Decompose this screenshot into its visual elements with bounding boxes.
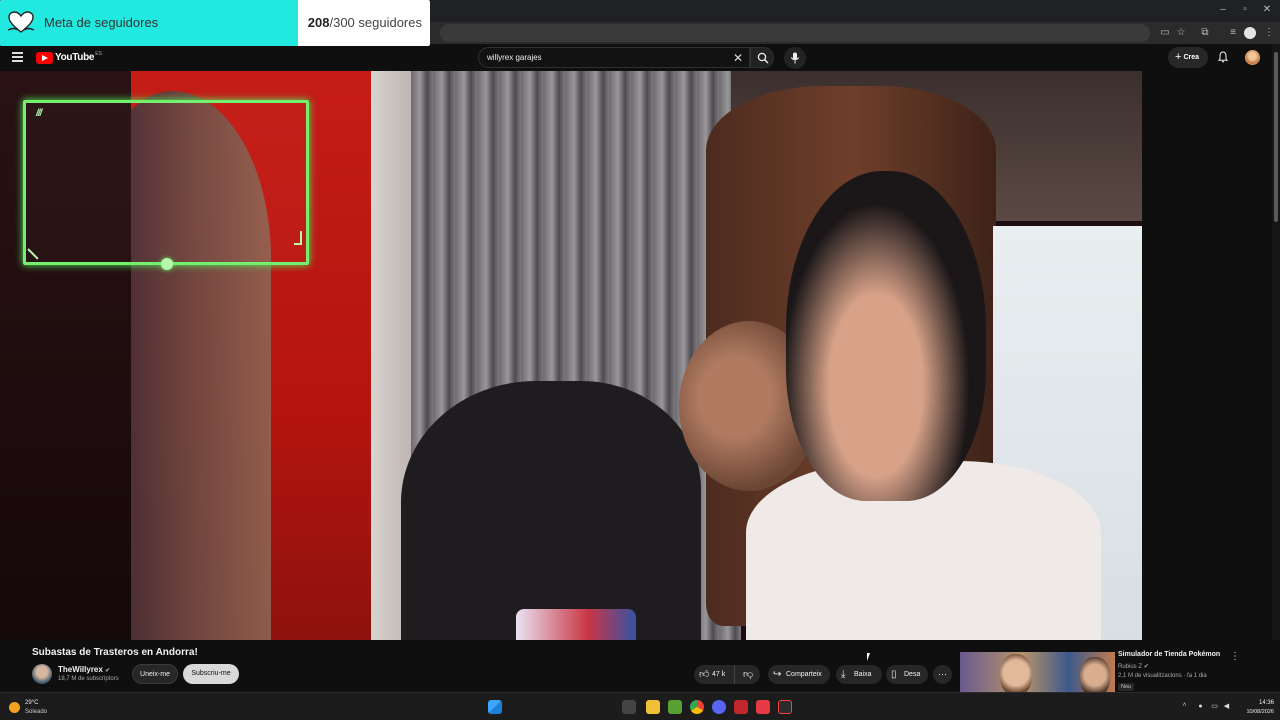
recommended-video-channel-text[interactable]: Rubius Z bbox=[1118, 664, 1142, 670]
like-button[interactable]: 👍︎ 47 k bbox=[694, 665, 734, 684]
video-player[interactable]: /// bbox=[0, 71, 1142, 640]
follower-goal-count: 208/300 seguidores bbox=[308, 15, 422, 30]
video-scene-bag bbox=[516, 609, 636, 640]
search-input[interactable]: willyrex garajes ✕ bbox=[478, 47, 750, 68]
taskbar-clock-time[interactable]: 14:36 bbox=[1250, 700, 1274, 706]
microphone-tray-icon[interactable]: ● bbox=[1196, 702, 1205, 711]
webcam-frame-corner-icon bbox=[294, 231, 302, 245]
tray-overflow-icon[interactable]: ^ bbox=[1180, 702, 1189, 711]
recommended-video-title[interactable]: Simulador de Tienda Pokémon bbox=[1118, 651, 1220, 658]
thumbnail-face-graphic bbox=[1000, 654, 1032, 696]
thumbs-up-icon: 👍︎ bbox=[699, 669, 710, 680]
browser-menu-icon[interactable]: ⋮ bbox=[1262, 26, 1276, 40]
channel-name[interactable]: TheWillyrex ✔ bbox=[58, 665, 110, 674]
network-icon[interactable]: ▭ bbox=[1210, 702, 1219, 711]
voice-search-button[interactable] bbox=[784, 47, 806, 69]
volume-icon[interactable]: ◀ bbox=[1222, 702, 1231, 711]
youtube-logo-text: YouTube bbox=[55, 52, 95, 63]
follower-goal-widget: Meta de seguidores 208/300 seguidores bbox=[0, 0, 430, 46]
subscribe-button[interactable]: Subscriu-me bbox=[183, 664, 239, 684]
youtube-logo[interactable]: YouTube ES bbox=[36, 51, 102, 64]
like-count: 47 k bbox=[712, 671, 726, 678]
follower-goal-total: /300 seguidores bbox=[329, 15, 422, 30]
minecraft-icon[interactable] bbox=[668, 700, 682, 714]
clear-search-icon[interactable]: ✕ bbox=[733, 51, 743, 65]
save-label: Desa bbox=[904, 671, 921, 678]
chrome-icon[interactable] bbox=[690, 700, 704, 714]
download-label: Baixa bbox=[854, 671, 872, 678]
sun-weather-icon[interactable] bbox=[9, 702, 20, 713]
download-icon: ⤓ bbox=[841, 669, 846, 680]
weather-description[interactable]: Soleado bbox=[25, 709, 47, 715]
menu-icon[interactable] bbox=[12, 52, 23, 62]
notifications-bell-icon[interactable] bbox=[1217, 51, 1229, 63]
maximize-icon[interactable]: ▫ bbox=[1234, 2, 1256, 18]
bookmark-icon: ▯ bbox=[891, 669, 897, 680]
share-button[interactable]: ↪ Comparteix bbox=[768, 665, 830, 684]
video-info-section: Subastas de Trasteros en Andorra! TheWil… bbox=[0, 640, 1280, 696]
windows-start-icon[interactable] bbox=[488, 700, 502, 714]
tab-search-icon[interactable]: ≡ bbox=[1226, 26, 1240, 40]
create-label: Crea bbox=[1183, 54, 1200, 61]
webcam-frame-corner-icon bbox=[27, 248, 39, 260]
app-icon[interactable] bbox=[756, 700, 770, 714]
join-button[interactable]: Uneix-me bbox=[132, 664, 178, 684]
page-scrollbar-thumb[interactable] bbox=[1274, 52, 1278, 222]
save-button[interactable]: ▯ Desa bbox=[886, 665, 928, 684]
share-label: Comparteix bbox=[786, 671, 822, 678]
recommended-video-menu-icon[interactable]: ⋮ bbox=[1230, 651, 1240, 662]
more-actions-button[interactable]: ··· bbox=[933, 665, 952, 684]
search-icon bbox=[757, 52, 769, 64]
follower-goal-current: 208 bbox=[307, 15, 330, 30]
mouse-cursor-icon bbox=[867, 653, 870, 661]
new-badge: Nou bbox=[1118, 683, 1135, 691]
search-query[interactable]: willyrex garajes bbox=[487, 53, 542, 62]
share-arrow-icon: ↪ bbox=[773, 669, 782, 680]
file-icon[interactable] bbox=[622, 700, 636, 714]
thumbnail-face-graphic bbox=[1080, 657, 1110, 696]
webcam-overlay-frame: /// bbox=[23, 100, 309, 270]
recommended-video-channel[interactable]: Rubius Z ✔ bbox=[1118, 663, 1149, 670]
cast-icon[interactable]: ▭ bbox=[1158, 26, 1172, 40]
extensions-icon[interactable]: ⧉ bbox=[1198, 26, 1212, 40]
account-avatar[interactable] bbox=[1245, 50, 1260, 65]
youtube-header: YouTube ES willyrex garajes ✕ + Crea bbox=[0, 44, 1280, 71]
discord-icon[interactable] bbox=[712, 700, 726, 714]
download-button[interactable]: ⤓ Baixa bbox=[836, 665, 882, 684]
close-window-icon[interactable]: ✕ bbox=[1256, 2, 1278, 18]
recording-icon[interactable] bbox=[778, 700, 792, 714]
channel-name-text[interactable]: TheWillyrex bbox=[58, 665, 103, 674]
verified-badge-icon: ✔ bbox=[1143, 664, 1149, 670]
bookmark-star-icon[interactable]: ☆ bbox=[1174, 26, 1188, 40]
minimize-icon[interactable]: – bbox=[1212, 2, 1234, 18]
channel-subscriber-count: 18,7 M de subscriptors bbox=[58, 676, 119, 682]
video-title: Subastas de Trasteros en Andorra! bbox=[32, 647, 198, 658]
microphone-icon bbox=[790, 52, 800, 64]
url-field[interactable] bbox=[440, 24, 1150, 42]
weather-temperature[interactable]: 29°C bbox=[25, 700, 38, 706]
thumbs-down-icon: 👎︎ bbox=[743, 669, 754, 680]
recommended-video-thumbnail[interactable] bbox=[960, 652, 1115, 696]
create-button[interactable]: + Crea bbox=[1168, 47, 1208, 68]
youtube-region-code: ES bbox=[95, 51, 102, 57]
plus-icon: + bbox=[1175, 51, 1182, 63]
recommended-video-meta: 2,1 M de visualitzacions · fa 1 dia bbox=[1118, 673, 1207, 679]
follower-goal-label: Meta de seguidores bbox=[44, 15, 159, 30]
browser-profile-icon[interactable] bbox=[1244, 27, 1256, 39]
search-button[interactable] bbox=[750, 47, 774, 68]
verified-badge-icon: ✔ bbox=[105, 668, 111, 674]
dislike-button[interactable]: 👎︎ bbox=[734, 665, 760, 684]
video-scene-head-right bbox=[786, 171, 986, 501]
video-scene-person-middle bbox=[401, 381, 701, 640]
webcam-frame-slashes-icon: /// bbox=[36, 108, 42, 119]
webcam-frame-knob-icon bbox=[161, 258, 173, 270]
file-explorer-icon[interactable] bbox=[646, 700, 660, 714]
youtube-play-icon bbox=[36, 51, 53, 64]
taskbar-clock-date[interactable]: 10/08/2026 bbox=[1240, 709, 1274, 715]
obs-icon[interactable] bbox=[734, 700, 748, 714]
channel-avatar[interactable] bbox=[32, 664, 52, 684]
heart-hands-icon bbox=[7, 11, 35, 33]
windows-taskbar: 29°C Soleado ^ ● ▭ ◀ 14:36 10/08/2026 bbox=[0, 692, 1280, 720]
